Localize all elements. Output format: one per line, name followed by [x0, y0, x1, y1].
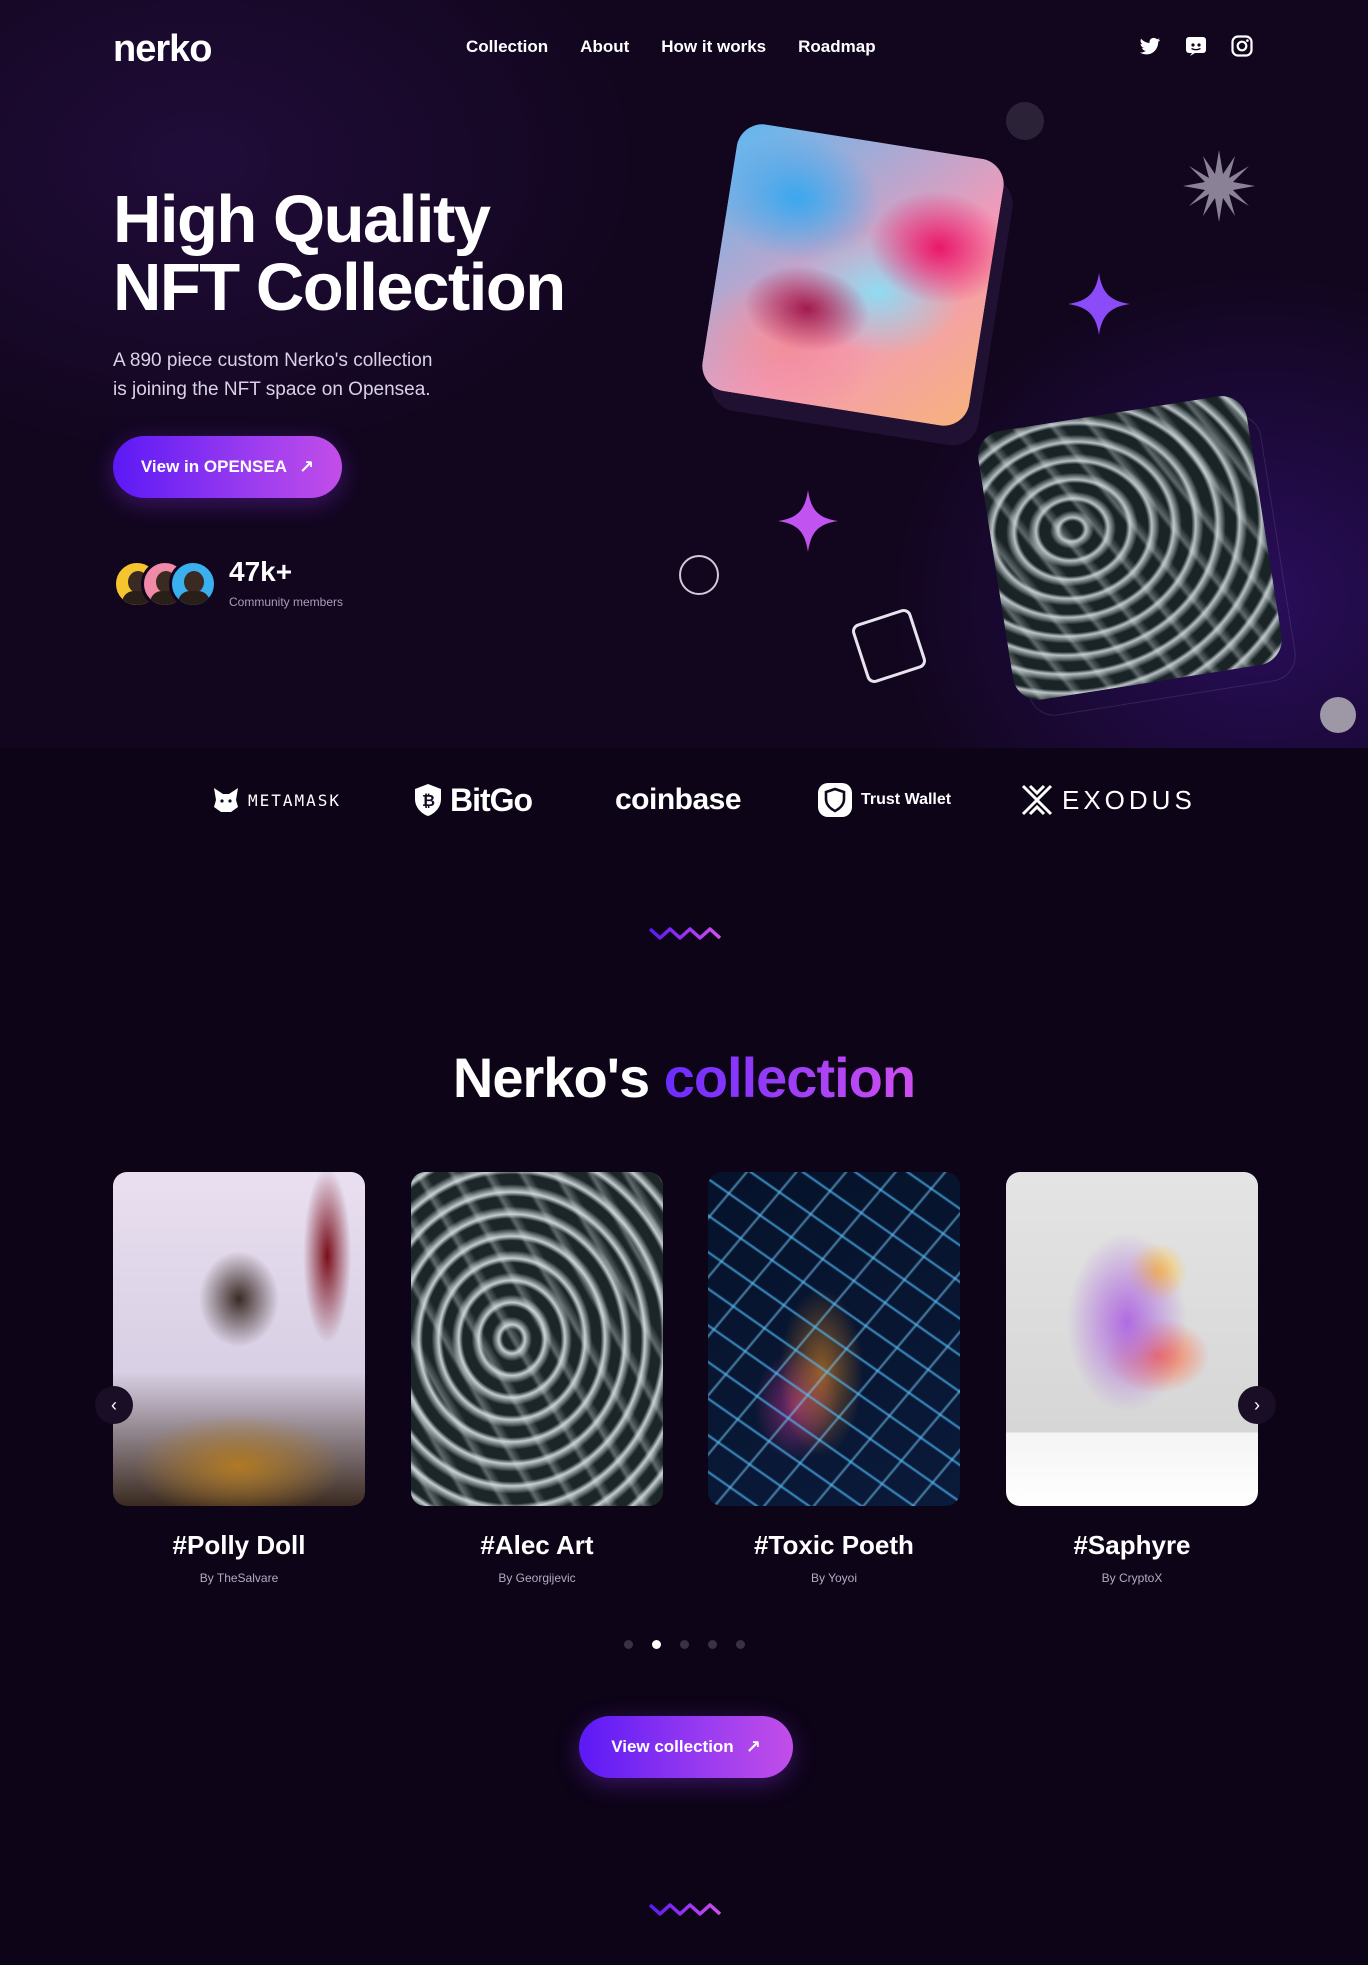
hero-subtitle-line2: is joining the NFT space on Opensea.	[113, 379, 431, 400]
chevron-right-icon: ›	[1254, 1394, 1260, 1415]
carousel-dot-4[interactable]	[708, 1640, 717, 1649]
exodus-x-icon	[1021, 784, 1053, 816]
instagram-icon[interactable]	[1230, 34, 1254, 58]
wallet-metamask-label: METAMASK	[248, 790, 342, 810]
sparkle-decoration	[1068, 273, 1130, 335]
main-nav: Collection About How it works Roadmap	[466, 37, 876, 57]
collection-title: Nerko's collection	[0, 1045, 1368, 1110]
arrow-up-right-icon: ↗	[299, 456, 315, 477]
discord-icon[interactable]	[1184, 34, 1208, 58]
hero-title-line2: NFT Collection	[113, 250, 566, 325]
collection-card[interactable]: #Toxic Poeth By Yoyoi	[708, 1172, 960, 1585]
dark-circle-decoration	[1006, 102, 1044, 140]
chevron-left-icon: ‹	[111, 1394, 117, 1415]
card-image	[708, 1172, 960, 1506]
card-author: By Yoyoi	[810, 1571, 858, 1585]
card-image	[411, 1172, 663, 1506]
hero-title-line1: High Quality	[113, 182, 491, 257]
community-count: 47k+	[229, 556, 293, 587]
carousel-next-button[interactable]: ›	[1238, 1386, 1276, 1424]
trust-shield-icon	[818, 783, 852, 817]
collection-card[interactable]: #Polly Doll By TheSalvare	[113, 1172, 365, 1585]
hero-subtitle-line1: A 890 piece custom Nerko's collection	[113, 350, 433, 371]
squiggle-divider	[648, 927, 722, 940]
collection-card[interactable]: #Saphyre By CryptoX	[1006, 1172, 1258, 1585]
collection-title-main: Nerko's	[452, 1046, 650, 1109]
collection-title-accent: collection	[663, 1046, 916, 1109]
wallet-exodus: EXODUS	[1020, 778, 1196, 822]
wallet-coinbase: coinbase	[615, 778, 742, 822]
view-opensea-label: View in OPENSEA	[140, 457, 288, 476]
svg-text:₿: ₿	[422, 792, 435, 810]
card-image	[1006, 1172, 1258, 1506]
carousel-dot-3[interactable]	[680, 1640, 689, 1649]
squiggle-divider	[648, 1903, 722, 1916]
shield-icon: ₿	[415, 784, 441, 816]
sparkle-decoration	[778, 490, 838, 552]
hero-title: High Quality NFT Collection	[113, 186, 673, 322]
view-collection-button[interactable]: View collection ↗	[579, 1716, 793, 1778]
card-author: By TheSalvare	[199, 1571, 279, 1585]
wallet-trust: Trust Wallet	[817, 778, 951, 822]
card-name: #Polly Doll	[172, 1530, 306, 1560]
hero-artwork-marble	[974, 392, 1286, 704]
starburst-decoration	[1183, 150, 1255, 222]
social-links	[1138, 34, 1254, 58]
view-opensea-button[interactable]: View in OPENSEA ↗	[113, 436, 342, 498]
twitter-icon[interactable]	[1138, 34, 1162, 58]
hero-subtitle: A 890 piece custom Nerko's collection is…	[113, 346, 533, 404]
card-author: By Georgijevic	[498, 1571, 576, 1585]
carousel-pagination	[624, 1640, 745, 1649]
community-avatars	[113, 560, 217, 608]
nav-about[interactable]: About	[580, 37, 629, 57]
wallet-trust-label: Trust Wallet	[861, 791, 952, 808]
nav-roadmap[interactable]: Roadmap	[798, 37, 875, 57]
card-name: #Toxic Poeth	[754, 1530, 914, 1560]
fox-icon	[214, 788, 238, 812]
carousel-dot-1[interactable]	[624, 1640, 633, 1649]
carousel-prev-button[interactable]: ‹	[95, 1386, 133, 1424]
wallet-exodus-label: EXODUS	[1062, 784, 1196, 815]
card-image	[113, 1172, 365, 1506]
arrow-up-right-icon: ↗	[745, 1736, 761, 1757]
grey-dot-decoration	[1320, 697, 1356, 733]
wallet-bitgo-label: BitGo	[450, 781, 533, 818]
community-label: Community members	[229, 595, 344, 609]
card-name: #Alec Art	[480, 1530, 594, 1560]
ring-decoration	[679, 555, 719, 595]
logo[interactable]: nerko	[113, 28, 212, 71]
carousel-dot-2[interactable]	[652, 1640, 661, 1649]
wallet-bitgo: ₿ BitGo	[414, 778, 533, 822]
view-collection-label: View collection	[611, 1737, 734, 1756]
card-name: #Saphyre	[1073, 1530, 1191, 1560]
avatar	[169, 560, 217, 608]
wallet-logos: METAMASK ₿ BitGo coinbase Trust Wallet E…	[212, 778, 1192, 822]
wallet-coinbase-label: coinbase	[615, 783, 742, 816]
nav-how-it-works[interactable]: How it works	[661, 37, 766, 57]
card-author: By CryptoX	[1101, 1571, 1163, 1585]
hero-artwork-colorful	[698, 120, 1008, 430]
collection-card[interactable]: #Alec Art By Georgijevic	[411, 1172, 663, 1585]
carousel-dot-5[interactable]	[736, 1640, 745, 1649]
wallet-metamask: METAMASK	[212, 778, 341, 822]
nav-collection[interactable]: Collection	[466, 37, 548, 57]
